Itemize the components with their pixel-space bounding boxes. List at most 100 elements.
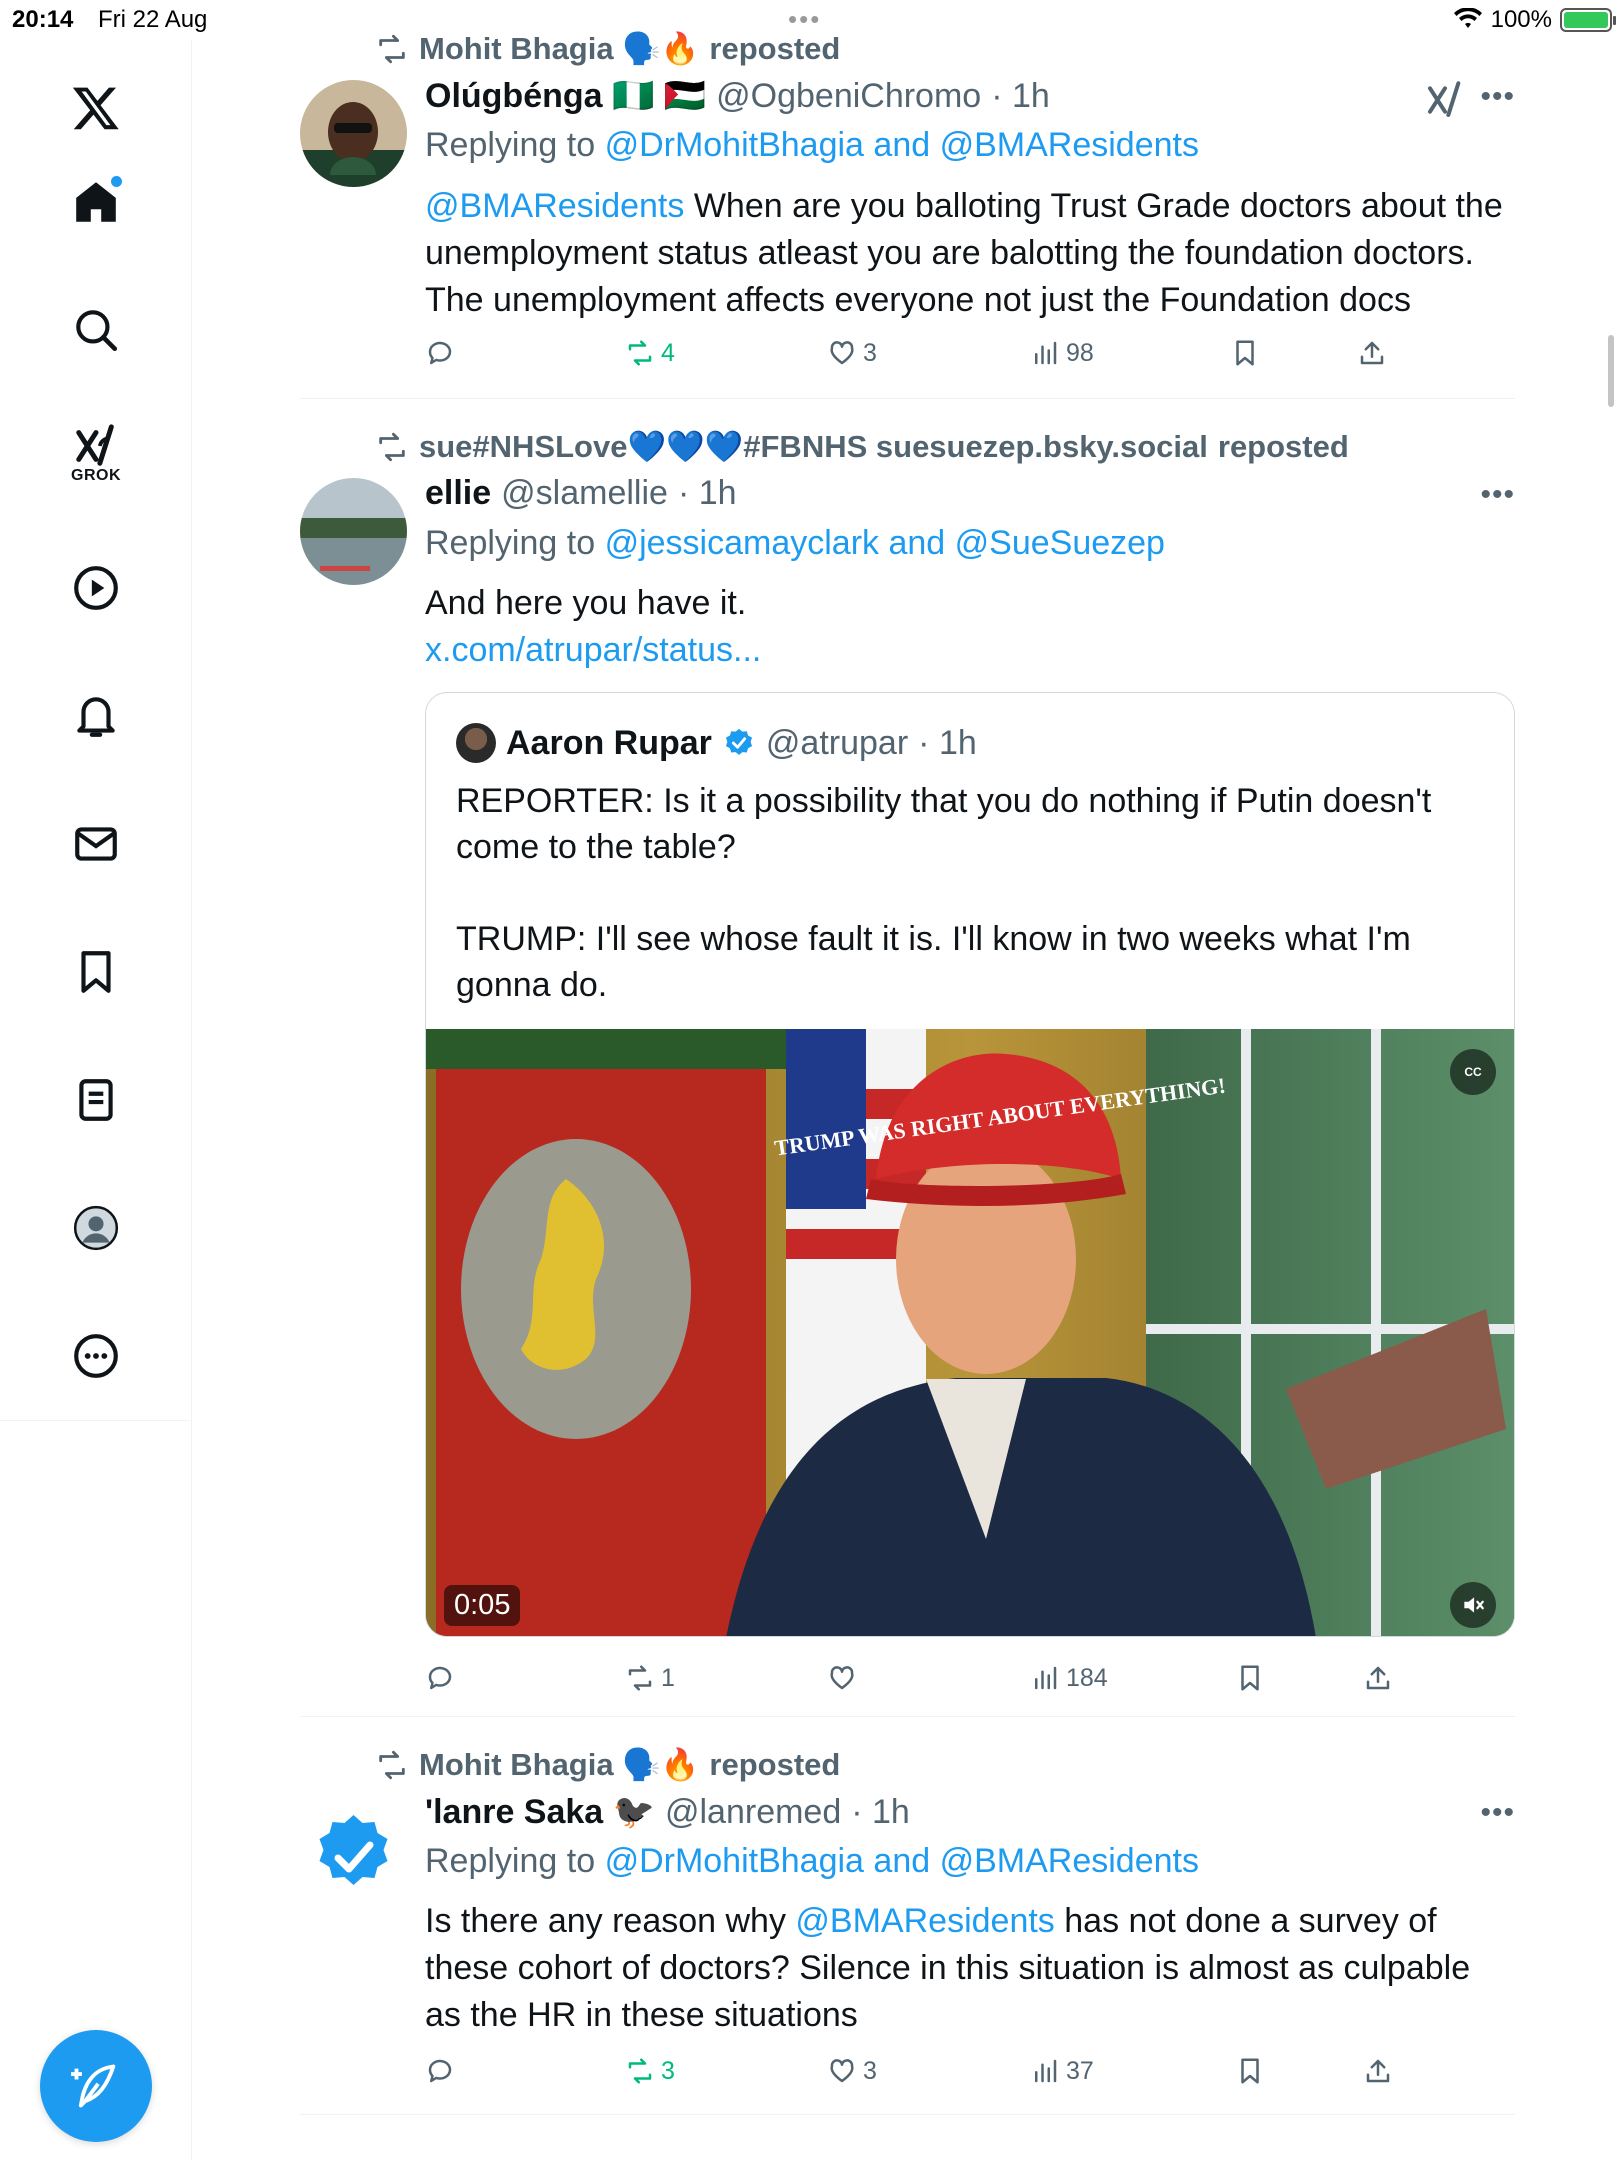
reply-button[interactable] (425, 2056, 455, 2086)
tweet-time[interactable]: · 1h (678, 474, 737, 513)
video-thumbnail: TRUMP WAS RIGHT ABOUT EVERYTHING! (426, 1029, 1514, 1636)
sidebar-item-video[interactable] (56, 548, 136, 628)
grok-explain-icon[interactable] (1425, 80, 1465, 120)
verified-badge-icon (725, 728, 752, 755)
sidebar: GROK (0, 40, 192, 2160)
quote-tweet-card[interactable]: Aaron Rupar @atrupar · 1h REPORTER: Is i… (425, 692, 1515, 1637)
sidebar-item-grok[interactable]: GROK (56, 414, 136, 494)
views-icon (1035, 1666, 1057, 1690)
repost-indicator[interactable]: Mohit Bhagia 🗣️🔥 reposted (375, 1746, 840, 1783)
views-button[interactable]: 184 (1030, 1663, 1108, 1693)
mute-button[interactable] (1450, 1582, 1496, 1628)
bookmark-button[interactable] (1235, 1663, 1265, 1693)
tweet-body-start: Is there any reason why (425, 1902, 786, 1940)
search-icon (76, 310, 118, 352)
repost-icon (628, 1665, 652, 1691)
mention-link[interactable]: @BMAResidents (425, 187, 684, 225)
speaker-muted-icon (1464, 1597, 1484, 1613)
sidebar-item-search[interactable] (56, 290, 136, 370)
repost-button[interactable]: 4 (625, 338, 675, 368)
avatar[interactable] (300, 80, 407, 187)
avatar[interactable] (300, 1803, 407, 1910)
user-handle[interactable]: @lanremed (665, 1793, 841, 1832)
sidebar-item-profile[interactable] (56, 1188, 136, 1268)
bookmark-icon (1241, 2058, 1259, 2084)
repost-count: 4 (661, 338, 675, 367)
scrollbar[interactable] (1608, 335, 1614, 407)
tweet-divider (300, 398, 1515, 399)
repost-button[interactable]: 3 (625, 2056, 675, 2086)
reply-to-link[interactable]: @jessicamayclark and @SueSuezep (605, 524, 1165, 562)
share-button[interactable] (1363, 1663, 1393, 1693)
more-options-icon[interactable]: ••• (1480, 1796, 1515, 1830)
bookmark-icon (81, 951, 111, 993)
like-button[interactable]: 3 (827, 2056, 877, 2086)
avatar[interactable] (300, 478, 407, 585)
quote-text: REPORTER: Is it a possibility that you d… (456, 778, 1476, 1008)
reply-icon (428, 1666, 452, 1690)
bookmark-icon (1241, 1665, 1259, 1691)
heart-icon (830, 1666, 854, 1690)
video-player[interactable]: TRUMP WAS RIGHT ABOUT EVERYTHING! CC 0:0… (426, 1029, 1514, 1636)
reply-button[interactable] (425, 338, 455, 368)
reply-to-link[interactable]: @DrMohitBhagia and @BMAResidents (605, 1842, 1199, 1880)
display-name[interactable]: 'lanre Saka 🐦‍⬛ (425, 1792, 655, 1832)
views-icon (1035, 341, 1057, 365)
views-button[interactable]: 37 (1030, 2056, 1094, 2086)
reply-context: Replying to @DrMohitBhagia and @BMAResid… (425, 126, 1199, 165)
quote-handle: @atrupar (765, 723, 909, 762)
like-button[interactable] (827, 1663, 857, 1693)
sidebar-item-notifications[interactable] (56, 676, 136, 756)
sidebar-item-bookmarks[interactable] (56, 932, 136, 1012)
reply-context: Replying to @DrMohitBhagia and @BMAResid… (425, 1842, 1199, 1881)
repost-icon (379, 34, 405, 63)
reply-to-link[interactable]: @DrMohitBhagia and @BMAResidents (605, 126, 1199, 164)
battery-icon (1560, 8, 1616, 32)
display-name[interactable]: ellie (425, 474, 491, 513)
share-button[interactable] (1357, 338, 1387, 368)
x-logo-icon[interactable] (56, 68, 136, 148)
tweet-time[interactable]: · 1h (851, 1793, 910, 1832)
play-icon (74, 566, 118, 610)
tweet-link[interactable]: x.com/atrupar/status... (425, 627, 1515, 674)
repost-suffix: reposted (709, 30, 841, 66)
repost-indicator[interactable]: Mohit Bhagia 🗣️🔥 reposted (375, 30, 840, 67)
captions-button[interactable]: CC (1450, 1049, 1496, 1095)
repost-button[interactable]: 1 (625, 1663, 675, 1693)
tweet-divider (300, 1716, 1515, 1717)
repost-icon (379, 1750, 405, 1779)
heart-icon (830, 2059, 854, 2083)
tweet-header: ellie @slamellie · 1h (425, 474, 737, 513)
mention-link[interactable]: @BMAResidents (795, 1902, 1054, 1940)
share-button[interactable] (1363, 2056, 1393, 2086)
repost-suffix: reposted (1217, 428, 1349, 464)
view-count: 184 (1066, 1663, 1108, 1692)
sidebar-item-more[interactable] (56, 1316, 136, 1396)
tweet-time[interactable]: · 1h (991, 77, 1050, 116)
tweet-header: 'lanre Saka 🐦‍⬛ @lanremed · 1h (425, 1792, 910, 1832)
sidebar-item-home[interactable] (56, 162, 136, 242)
display-name[interactable]: Olúgbénga 🇳🇬 🇵🇸 (425, 76, 706, 116)
bookmark-button[interactable] (1235, 2056, 1265, 2086)
repost-indicator[interactable]: sue#NHSLove💙💙💙#FBNHS suesuezep.bsky.soci… (375, 428, 1349, 465)
compose-button[interactable] (40, 2030, 152, 2142)
repost-icon (379, 432, 405, 461)
user-handle[interactable]: @slamellie (501, 474, 668, 513)
repost-count: 3 (661, 2056, 675, 2085)
tweet-text: Is there any reason why @BMAResidents ha… (425, 1898, 1515, 2039)
user-handle[interactable]: @OgbeniChromo (716, 77, 981, 116)
more-options-icon[interactable]: ••• (1480, 80, 1515, 114)
more-options-icon[interactable]: ••• (1480, 478, 1515, 512)
reply-button[interactable] (425, 1663, 455, 1693)
sidebar-item-lists[interactable] (56, 1060, 136, 1140)
view-count: 37 (1066, 2056, 1094, 2085)
bookmark-button[interactable] (1230, 338, 1260, 368)
like-button[interactable]: 3 (827, 338, 877, 368)
views-button[interactable]: 98 (1030, 338, 1094, 368)
repost-by: sue#NHSLove💙💙💙#FBNHS suesuezep.bsky.soci… (419, 429, 1208, 464)
wifi-icon (1453, 8, 1482, 28)
bell-icon (77, 697, 115, 737)
profile-icon (73, 1205, 119, 1251)
like-count: 3 (863, 2056, 877, 2085)
sidebar-item-messages[interactable] (56, 804, 136, 884)
